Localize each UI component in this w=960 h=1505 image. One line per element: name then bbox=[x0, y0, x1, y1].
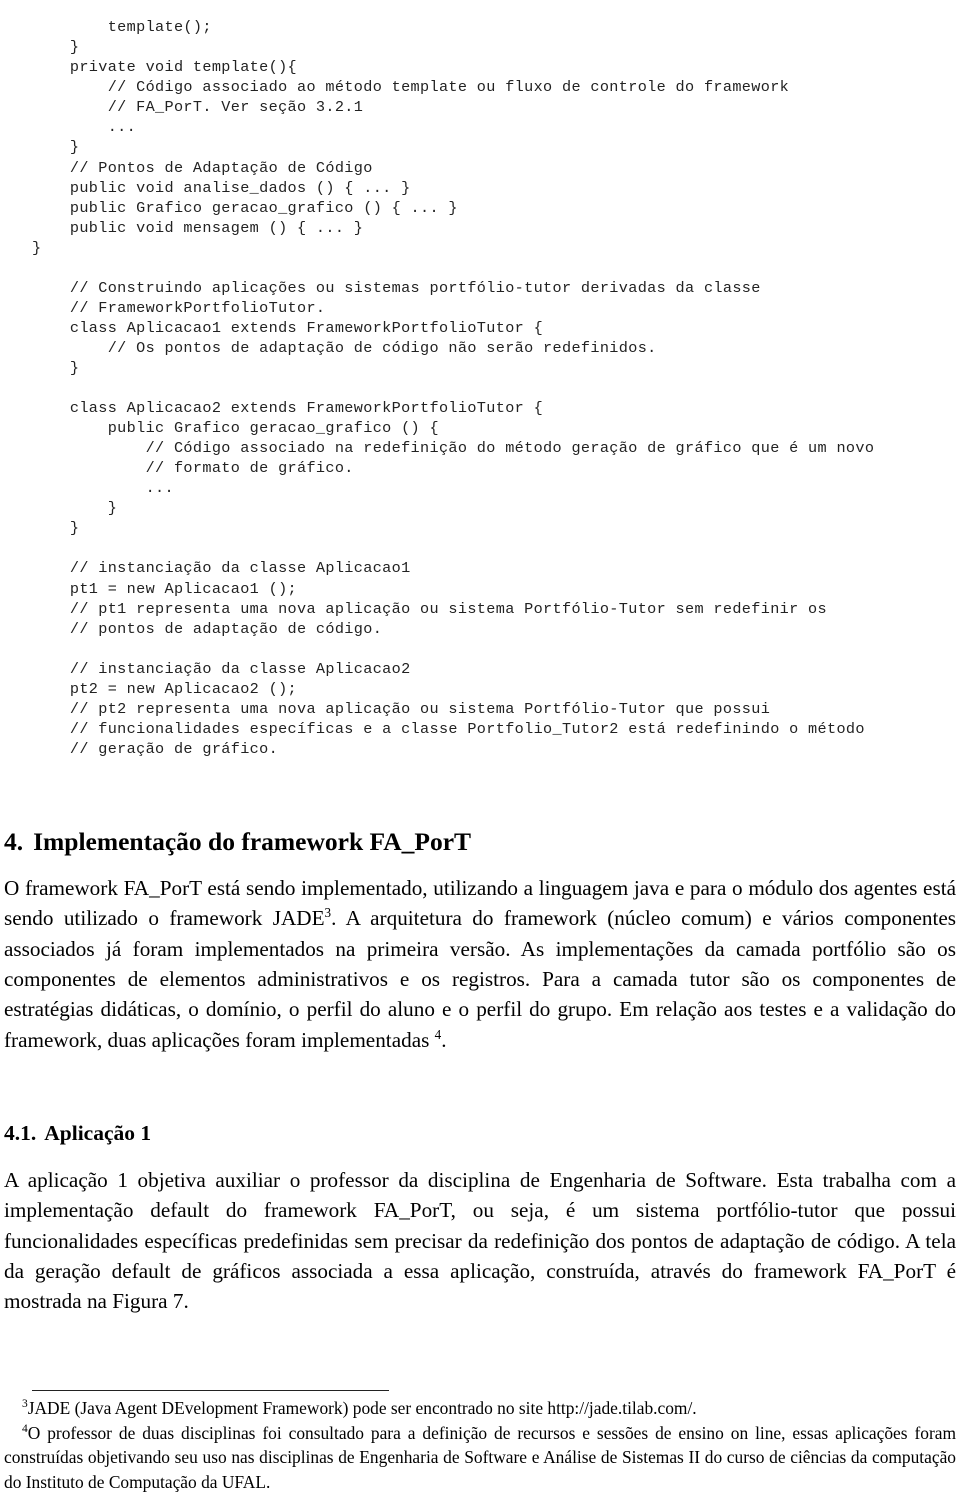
code-line: class Aplicacao2 extends FrameworkPortfo… bbox=[32, 399, 544, 418]
code-line: // pontos de adaptação de código. bbox=[32, 619, 383, 638]
section-number-4-1: 4.1. bbox=[4, 1120, 37, 1145]
code-line: template(); bbox=[32, 18, 212, 37]
code-line: // geração de gráfico. bbox=[32, 739, 279, 758]
code-line: pt1 = new Aplicacao1 (); bbox=[32, 579, 297, 598]
footnotes-block: 3JADE (Java Agent DEvelopment Framework)… bbox=[4, 1396, 956, 1494]
document-page: template(); } private void template(){ /… bbox=[0, 0, 960, 1505]
code-line: } bbox=[32, 499, 118, 518]
code-line: pt2 = new Aplicacao2 (); bbox=[32, 679, 297, 698]
code-line: } bbox=[32, 238, 42, 257]
footnote-item: 4O professor de duas disciplinas foi con… bbox=[4, 1421, 956, 1495]
code-line: public void analise_dados () { ... } bbox=[32, 178, 411, 197]
code-line: // Código associado ao método template o… bbox=[32, 78, 790, 97]
code-line: } bbox=[32, 519, 80, 538]
code-line: public void mensagem () { ... } bbox=[32, 218, 364, 237]
code-line: class Aplicacao1 extends FrameworkPortfo… bbox=[32, 318, 544, 337]
code-line: // Código associado na redefinição do mé… bbox=[32, 439, 875, 458]
footnote-item: 3JADE (Java Agent DEvelopment Framework)… bbox=[4, 1396, 956, 1421]
section-4-1-paragraph: A aplicação 1 objetiva auxiliar o profes… bbox=[4, 1168, 956, 1314]
code-line: ... bbox=[32, 118, 137, 137]
code-line: // formato de gráfico. bbox=[32, 459, 354, 478]
code-line: // FA_PorT. Ver seção 3.2.1 bbox=[32, 98, 364, 117]
code-listing: template(); } private void template(){ /… bbox=[32, 17, 960, 759]
section-heading-4: 4. Implementação do framework FA_PorT bbox=[4, 827, 471, 857]
code-line: } bbox=[32, 358, 80, 377]
code-line: // Os pontos de adaptação de código não … bbox=[32, 338, 657, 357]
code-line: public Grafico geracao_grafico () { bbox=[32, 419, 439, 438]
code-line: } bbox=[32, 38, 80, 57]
code-line: private void template(){ bbox=[32, 58, 297, 77]
footnote-text: O professor de duas disciplinas foi cons… bbox=[4, 1422, 956, 1492]
section-4-paragraph: O framework FA_PorT está sendo implement… bbox=[4, 873, 956, 1055]
code-line: // funcionalidades específicas e a class… bbox=[32, 719, 865, 738]
section-heading-4-1: 4.1. Aplicação 1 bbox=[4, 1120, 151, 1146]
code-line: public Grafico geracao_grafico () { ... … bbox=[32, 198, 458, 217]
code-line: // instanciação da classe Aplicacao2 bbox=[32, 659, 411, 678]
code-line: // instanciação da classe Aplicacao1 bbox=[32, 559, 411, 578]
paragraph-text-part-3: . bbox=[441, 1027, 447, 1052]
code-line: ... bbox=[32, 479, 174, 498]
code-line: // FrameworkPortfolioTutor. bbox=[32, 298, 326, 317]
code-line: } bbox=[32, 138, 80, 157]
code-line: // pt1 representa uma nova aplicação ou … bbox=[32, 599, 827, 618]
section-number-4: 4. bbox=[4, 827, 24, 857]
code-line: // Construindo aplicações ou sistemas po… bbox=[32, 278, 761, 297]
code-line: // pt2 representa uma nova aplicação ou … bbox=[32, 699, 771, 718]
footnote-text: JADE (Java Agent DEvelopment Framework) … bbox=[27, 1398, 697, 1418]
section-title-4: Implementação do framework FA_PorT bbox=[33, 827, 472, 857]
footnote-separator-rule bbox=[32, 1390, 389, 1391]
section-title-4-1: Aplicação 1 bbox=[44, 1120, 152, 1145]
code-line: // Pontos de Adaptação de Código bbox=[32, 158, 373, 177]
